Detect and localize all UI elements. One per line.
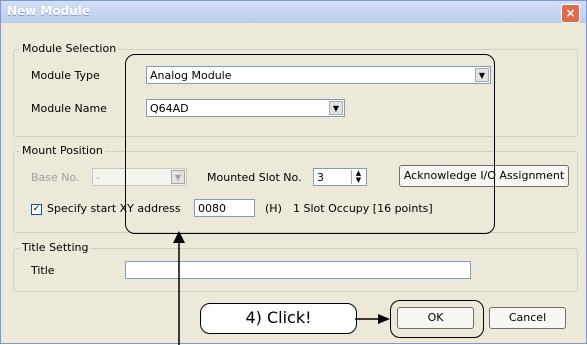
up-arrow-head [173,231,185,243]
right-arrow-head [378,314,390,324]
new-module-dialog: New Module × Module Selection Module Typ… [0,0,587,345]
annotation-arrows [173,231,390,345]
